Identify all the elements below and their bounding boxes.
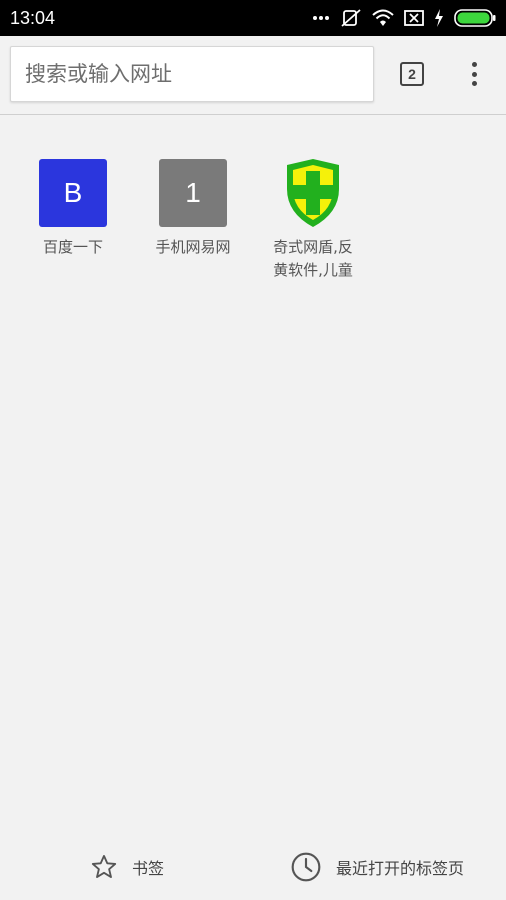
tile-letter-icon: 1 [159, 159, 227, 227]
tile-label: 百度一下 [42, 238, 103, 256]
url-bar[interactable] [10, 46, 374, 102]
status-icons [312, 0, 496, 36]
bookmarks-button[interactable]: 书签 [90, 834, 164, 900]
star-icon [91, 854, 117, 878]
wifi-icon [372, 9, 394, 26]
browser-toolbar: 2 [0, 36, 506, 115]
green-shield-cross-icon [279, 159, 347, 227]
status-time: 13:04 [10, 7, 56, 28]
tile-163[interactable]: 1 手机网易网 [138, 150, 248, 259]
tile-baidu[interactable]: B 百度一下 [18, 150, 128, 259]
sim-off-icon [404, 10, 424, 26]
tile-label: 奇式网盾,反 黄软件,儿童 [273, 238, 353, 279]
status-bar: 13:04 [0, 0, 506, 36]
tab-count: 2 [408, 66, 416, 82]
tab-switcher-button[interactable]: 2 [400, 62, 424, 86]
search-input[interactable] [11, 47, 373, 101]
tile-letter-icon: B [39, 159, 107, 227]
tile-label: 手机网易网 [155, 238, 231, 256]
tile-qishi[interactable]: 奇式网盾,反 黄软件,儿童 [258, 150, 368, 282]
recent-tabs-label: 最近打开的标签页 [336, 859, 465, 878]
mute-icon [341, 9, 361, 27]
recent-tabs-button[interactable]: 最近打开的标签页 [290, 834, 464, 900]
more-vert-icon[interactable] [462, 60, 486, 88]
more-dots-icon [313, 16, 329, 20]
battery-icon [454, 9, 496, 27]
clock-icon [291, 852, 321, 882]
charging-icon [435, 9, 443, 27]
bottom-bar: 书签 最近打开的标签页 [0, 834, 506, 900]
bookmarks-label: 书签 [132, 859, 165, 878]
